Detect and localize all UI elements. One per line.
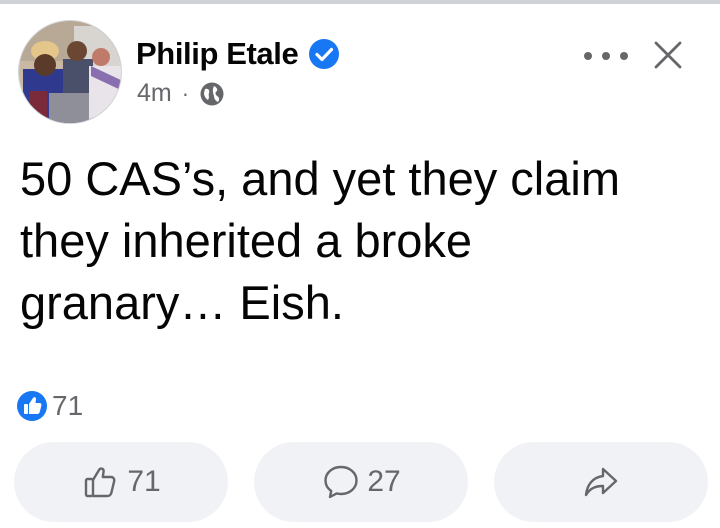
author-name[interactable]: Philip Etale: [136, 36, 299, 72]
post-text: 50 CAS’s, and yet they claim they inheri…: [20, 152, 620, 329]
verified-badge-icon: [309, 39, 340, 69]
share-button[interactable]: [494, 442, 708, 522]
comment-count: 27: [367, 465, 401, 498]
close-icon[interactable]: [651, 38, 685, 72]
comment-button[interactable]: 27: [254, 442, 468, 522]
more-dot: [602, 52, 610, 60]
post-meta: 4m ·: [137, 79, 225, 108]
more-options-button[interactable]: [584, 44, 628, 68]
like-count: 71: [127, 465, 161, 498]
more-dot: [584, 52, 592, 60]
comment-bubble-icon: [324, 465, 359, 499]
reaction-count: 71: [52, 390, 84, 421]
like-reaction-icon: [17, 391, 47, 421]
globe-icon[interactable]: [199, 81, 225, 107]
more-dot: [620, 52, 628, 60]
reactions-summary[interactable]: 71: [16, 390, 83, 422]
thumbs-up-icon: [85, 467, 116, 498]
avatar[interactable]: [18, 20, 122, 124]
like-button[interactable]: 71: [14, 442, 228, 522]
avatar-photo: [19, 21, 121, 123]
share-arrow-icon: [584, 467, 618, 497]
post-timestamp[interactable]: 4m: [137, 79, 172, 108]
post-card: Philip Etale 4m · 50 CAS’s, and yet they…: [0, 0, 720, 528]
author-row: Philip Etale: [136, 36, 340, 72]
action-bar: 71 27: [14, 442, 708, 522]
meta-separator: ·: [181, 80, 190, 106]
